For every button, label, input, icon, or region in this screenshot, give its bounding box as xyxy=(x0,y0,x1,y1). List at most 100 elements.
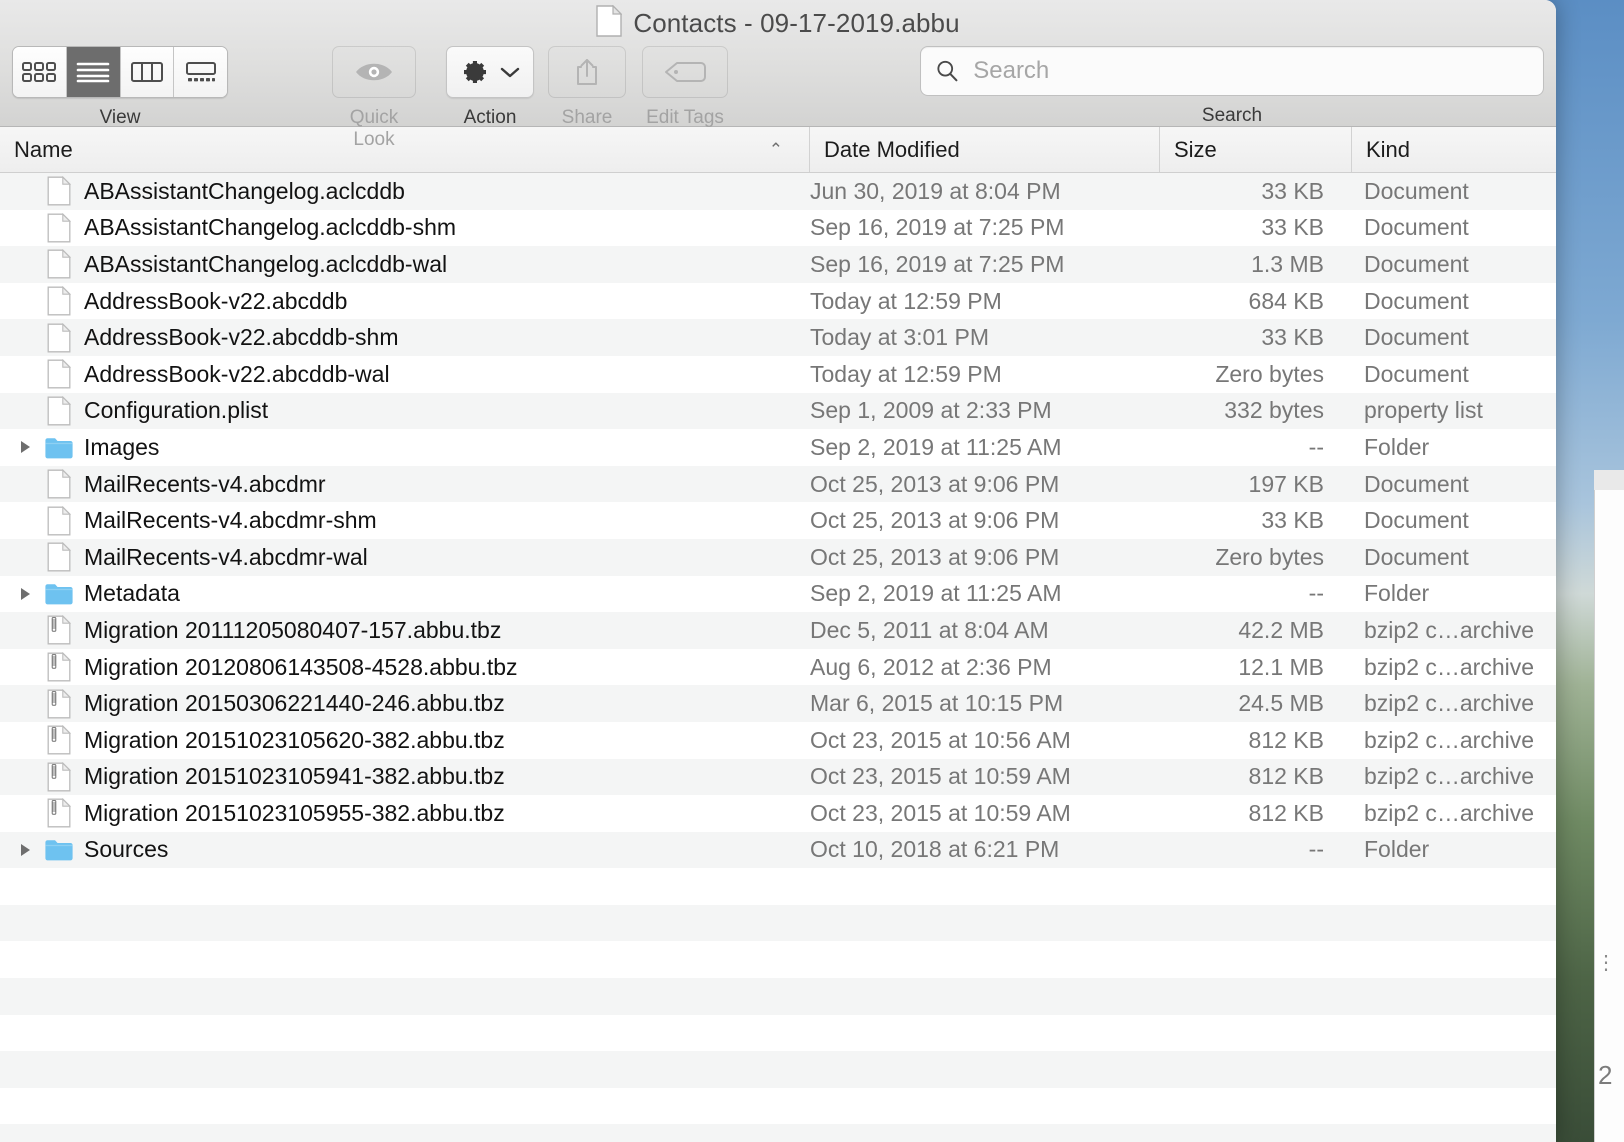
file-name-label: MailRecents-v4.abcdmr-wal xyxy=(84,543,368,570)
file-kind: Document xyxy=(1364,543,1469,570)
file-kind: Document xyxy=(1364,507,1469,534)
file-kind: Document xyxy=(1364,470,1469,497)
file-name-cell: MailRecents-v4.abcdmr-wal xyxy=(0,539,810,576)
column-view-button[interactable] xyxy=(120,47,175,97)
edit-tags-group: Edit Tags xyxy=(642,46,728,129)
empty-list-row[interactable] xyxy=(0,904,1556,942)
file-name-label: Migration 20120806143508-4528.abbu.tbz xyxy=(84,653,518,680)
share-caption: Share xyxy=(561,107,613,128)
empty-list-row[interactable] xyxy=(0,978,1556,1015)
file-date-modified: Today at 12:59 PM xyxy=(810,287,1002,314)
file-size: -- xyxy=(1308,433,1324,460)
edit-tags-caption: Edit Tags xyxy=(646,107,724,128)
quick-look-button[interactable] xyxy=(332,46,416,98)
icon-view-button[interactable] xyxy=(13,47,67,97)
column-header-name[interactable]: Name ⌃ xyxy=(0,127,810,172)
title-bar[interactable]: Contacts - 09-17-2019.abbu xyxy=(0,0,1556,44)
table-row[interactable]: Migration 20151023105955-382.abbu.tbz Oct… xyxy=(0,795,1556,832)
file-size: 197 KB xyxy=(1248,470,1324,497)
empty-list-row[interactable] xyxy=(0,1087,1556,1125)
share-button[interactable] xyxy=(548,46,626,98)
disclosure-triangle-icon[interactable] xyxy=(10,439,40,455)
file-kind: bzip2 c…archive xyxy=(1364,690,1535,717)
file-date-modified: Aug 6, 2012 at 2:36 PM xyxy=(810,653,1052,680)
file-kind: Document xyxy=(1364,214,1469,241)
file-kind: Document xyxy=(1364,324,1469,351)
file-size: 812 KB xyxy=(1248,799,1324,826)
column-header-size[interactable]: Size xyxy=(1160,127,1352,172)
table-row[interactable]: Migration 20151023105941-382.abbu.tbz Oct… xyxy=(0,758,1556,796)
file-size: 12.1 MB xyxy=(1238,653,1324,680)
table-row[interactable]: AddressBook-v22.abcddb Today at 12:59 PM 6… xyxy=(0,282,1556,320)
file-date-modified: Jun 30, 2019 at 8:04 PM xyxy=(810,177,1061,204)
file-size: Zero bytes xyxy=(1215,543,1324,570)
document-icon xyxy=(40,542,78,572)
table-row[interactable]: AddressBook-v22.abcddb-shm Today at 3:01 … xyxy=(0,319,1556,356)
table-row[interactable]: ABAssistantChangelog.aclcddb Jun 30, 2019… xyxy=(0,173,1556,210)
file-name-label: ABAssistantChangelog.aclcddb xyxy=(84,177,405,204)
file-date-modified: Oct 25, 2013 at 9:06 PM xyxy=(810,543,1060,570)
file-date-modified: Sep 1, 2009 at 2:33 PM xyxy=(810,397,1052,424)
file-name-label: Metadata xyxy=(84,580,180,607)
table-row[interactable]: Configuration.plist Sep 1, 2009 at 2:33 P… xyxy=(0,392,1556,430)
table-row[interactable]: Migration 20151023105620-382.abbu.tbz Oct… xyxy=(0,721,1556,759)
file-name-label: ABAssistantChangelog.aclcddb-shm xyxy=(84,214,457,241)
action-button[interactable] xyxy=(446,46,534,98)
table-row[interactable]: Sources Oct 10, 2018 at 6:21 PM -- Folder xyxy=(0,831,1556,869)
table-row[interactable]: Migration 20150306221440-246.abbu.tbz Mar… xyxy=(0,685,1556,722)
disclosure-triangle-icon[interactable] xyxy=(10,586,40,602)
file-name-label: AddressBook-v22.abcddb xyxy=(84,287,348,314)
table-row[interactable]: ABAssistantChangelog.aclcddb-shm Sep 16, … xyxy=(0,209,1556,247)
table-row[interactable]: Images Sep 2, 2019 at 11:25 AM -- Folder xyxy=(0,429,1556,466)
archive-icon xyxy=(40,798,78,828)
toolbar-controls: View Quick Look Action Share Edit Tags S… xyxy=(0,44,1556,150)
column-header-kind[interactable]: Kind xyxy=(1352,127,1556,172)
empty-list-row[interactable] xyxy=(0,868,1556,905)
table-row[interactable]: Metadata Sep 2, 2019 at 11:25 AM -- Folder xyxy=(0,575,1556,613)
file-kind: Document xyxy=(1364,177,1469,204)
edit-tags-button[interactable] xyxy=(642,46,728,98)
share-icon xyxy=(577,59,597,85)
search-field[interactable] xyxy=(920,46,1544,96)
file-kind: bzip2 c…archive xyxy=(1364,726,1535,753)
view-segmented-control[interactable] xyxy=(12,46,228,98)
file-date-modified: Sep 16, 2019 at 7:25 PM xyxy=(810,250,1065,277)
file-name-cell: Migration 20151023105955-382.abbu.tbz xyxy=(0,795,810,832)
tag-icon xyxy=(665,62,706,82)
empty-list-row[interactable] xyxy=(0,941,1556,979)
document-icon xyxy=(40,506,78,536)
table-row[interactable]: AddressBook-v22.abcddb-wal Today at 12:59… xyxy=(0,355,1556,393)
file-size: 42.2 MB xyxy=(1238,616,1324,643)
file-date-modified: Oct 25, 2013 at 9:06 PM xyxy=(810,470,1060,497)
empty-list-row[interactable] xyxy=(0,1051,1556,1088)
archive-icon xyxy=(40,615,78,645)
file-size: 33 KB xyxy=(1261,324,1324,351)
table-row[interactable]: MailRecents-v4.abcdmr Oct 25, 2013 at 9:0… xyxy=(0,465,1556,503)
table-row[interactable]: MailRecents-v4.abcdmr-shm Oct 25, 2013 at… xyxy=(0,502,1556,539)
file-name-label: Migration 20151023105941-382.abbu.tbz xyxy=(84,763,505,790)
file-kind: Folder xyxy=(1364,580,1430,607)
disclosure-triangle-icon[interactable] xyxy=(10,842,40,858)
file-name-label: MailRecents-v4.abcdmr xyxy=(84,470,326,497)
file-date-modified: Oct 25, 2013 at 9:06 PM xyxy=(810,507,1060,534)
list-view-button[interactable] xyxy=(66,47,121,97)
folder-icon xyxy=(40,436,78,459)
column-header-date-modified[interactable]: Date Modified xyxy=(810,127,1160,172)
background-window[interactable] xyxy=(1594,470,1624,1142)
empty-list-row[interactable] xyxy=(0,1124,1556,1142)
document-icon xyxy=(40,396,78,426)
file-name-label: Migration 20150306221440-246.abbu.tbz xyxy=(84,690,505,717)
search-input[interactable] xyxy=(971,56,1529,86)
file-size: 33 KB xyxy=(1261,214,1324,241)
file-name-label: ABAssistantChangelog.aclcddb-wal xyxy=(84,250,448,277)
table-row[interactable]: Migration 20111205080407-157.abbu.tbz Dec… xyxy=(0,612,1556,649)
empty-list-row[interactable] xyxy=(0,1014,1556,1052)
file-size: Zero bytes xyxy=(1215,360,1324,387)
column-header-date-modified-label: Date Modified xyxy=(824,136,960,162)
table-row[interactable]: Migration 20120806143508-4528.abbu.tbz Au… xyxy=(0,648,1556,686)
table-row[interactable]: ABAssistantChangelog.aclcddb-wal Sep 16, … xyxy=(0,246,1556,283)
file-name-cell: AddressBook-v22.abcddb-wal xyxy=(0,356,810,393)
gallery-view-button[interactable] xyxy=(174,47,227,97)
table-row[interactable]: MailRecents-v4.abcdmr-wal Oct 25, 2013 at… xyxy=(0,538,1556,576)
share-group: Share xyxy=(548,46,626,129)
